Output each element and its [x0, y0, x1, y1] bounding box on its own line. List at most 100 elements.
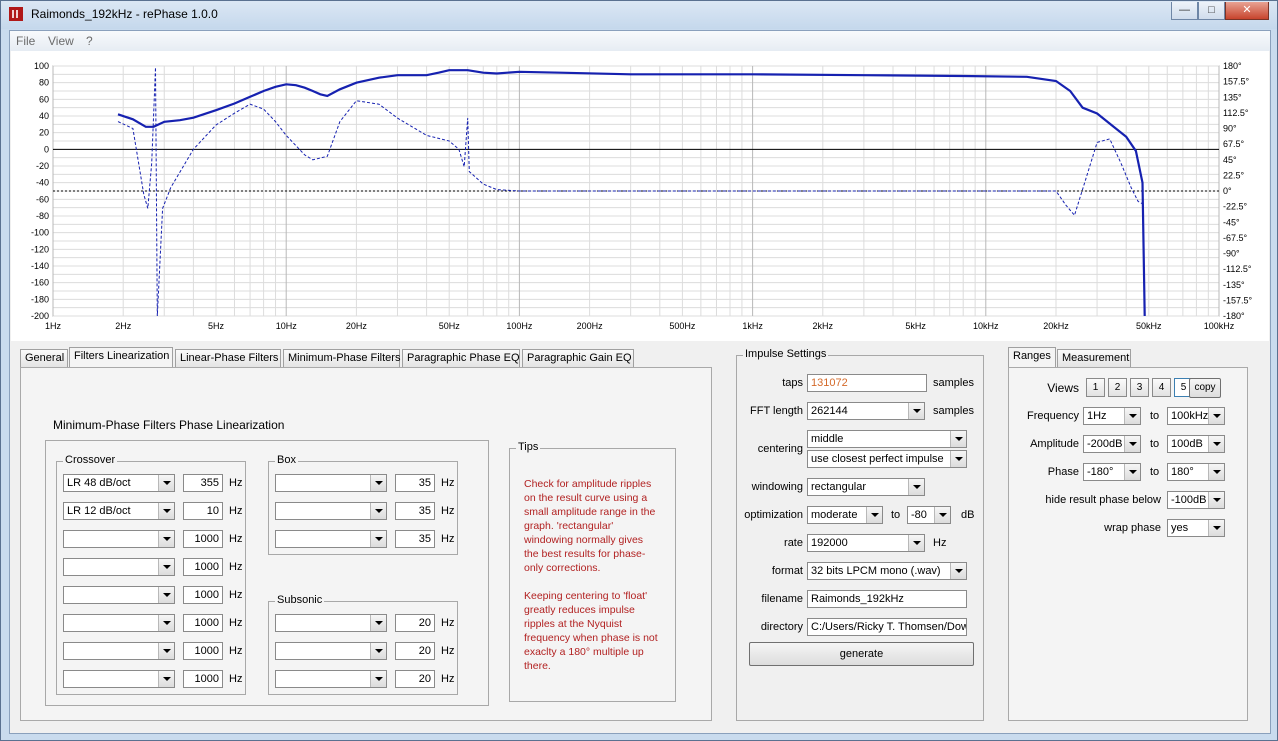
view-button-3[interactable]: 3 — [1130, 378, 1149, 397]
phase-from-select[interactable]: -180° — [1083, 463, 1141, 481]
tab-filters-linearization[interactable]: Filters Linearization — [69, 347, 173, 367]
chevron-down-icon[interactable] — [1124, 408, 1140, 424]
view-button-4[interactable]: 4 — [1152, 378, 1171, 397]
subsonic-type-select[interactable] — [275, 614, 387, 632]
filename-field[interactable]: Raimonds_192kHz — [807, 590, 967, 608]
chevron-down-icon[interactable] — [158, 615, 174, 631]
chevron-down-icon[interactable] — [158, 643, 174, 659]
box-type-select[interactable] — [275, 502, 387, 520]
chevron-down-icon[interactable] — [158, 475, 174, 491]
chevron-down-icon[interactable] — [158, 671, 174, 687]
subsonic-frequency-field[interactable]: 20 — [395, 642, 435, 660]
maximize-button[interactable]: □ — [1198, 2, 1225, 20]
chevron-down-icon[interactable] — [1208, 492, 1224, 508]
generate-button[interactable]: generate — [749, 642, 974, 666]
chevron-down-icon[interactable] — [370, 531, 386, 547]
menu-file[interactable]: File — [16, 34, 35, 48]
chevron-down-icon[interactable] — [1208, 436, 1224, 452]
app-icon[interactable] — [9, 7, 23, 21]
chevron-down-icon[interactable] — [1124, 436, 1140, 452]
amplitude-to-select[interactable]: 100dB — [1167, 435, 1225, 453]
chevron-down-icon[interactable] — [1208, 464, 1224, 480]
box-type-select[interactable] — [275, 474, 387, 492]
crossover-type-select[interactable]: LR 12 dB/oct — [63, 502, 175, 520]
menu-help[interactable]: ? — [86, 34, 93, 48]
tab-ranges[interactable]: Ranges — [1008, 347, 1056, 367]
response-graph[interactable]: 100 80 60 40 20 0 -20 -40 -60 -80 -100 -120 -140 -160… — [11, 51, 1269, 341]
amplitude-from-select[interactable]: -200dB — [1083, 435, 1141, 453]
tab-linear-phase-filters[interactable]: Linear-Phase Filters — [175, 349, 281, 367]
phase-to-select[interactable]: 180° — [1167, 463, 1225, 481]
frequency-to-select[interactable]: 100kHz — [1167, 407, 1225, 425]
close-button[interactable]: ✕ — [1225, 2, 1269, 20]
subsonic-frequency-field[interactable]: 20 — [395, 614, 435, 632]
chevron-down-icon[interactable] — [370, 671, 386, 687]
chevron-down-icon[interactable] — [158, 503, 174, 519]
chevron-down-icon[interactable] — [1208, 520, 1224, 536]
chevron-down-icon[interactable] — [908, 535, 924, 551]
view-button-1[interactable]: 1 — [1086, 378, 1105, 397]
crossover-frequency-field[interactable]: 10 — [183, 502, 223, 520]
chevron-down-icon[interactable] — [158, 531, 174, 547]
subsonic-frequency-field[interactable]: 20 — [395, 670, 435, 688]
windowing-select[interactable]: rectangular — [807, 478, 925, 496]
chevron-down-icon[interactable] — [908, 403, 924, 419]
chevron-down-icon[interactable] — [1124, 464, 1140, 480]
crossover-type-select[interactable] — [63, 530, 175, 548]
directory-field[interactable]: C:/Users/Ricky T. Thomsen/Dow — [807, 618, 967, 636]
crossover-frequency-field[interactable]: 1000 — [183, 642, 223, 660]
copy-button[interactable]: copy — [1189, 378, 1221, 398]
subsonic-type-select[interactable] — [275, 642, 387, 660]
centering-mode-select[interactable]: use closest perfect impulse — [807, 450, 967, 468]
chevron-down-icon[interactable] — [950, 563, 966, 579]
subsonic-type-select[interactable] — [275, 670, 387, 688]
hide-phase-select[interactable]: -100dB — [1167, 491, 1225, 509]
format-select[interactable]: 32 bits LPCM mono (.wav) — [807, 562, 967, 580]
box-frequency-field[interactable]: 35 — [395, 502, 435, 520]
chevron-down-icon[interactable] — [370, 503, 386, 519]
chevron-down-icon[interactable] — [370, 643, 386, 659]
view-button-2[interactable]: 2 — [1108, 378, 1127, 397]
chevron-down-icon[interactable] — [866, 507, 882, 523]
chevron-down-icon[interactable] — [950, 431, 966, 447]
box-frequency-field[interactable]: 35 — [395, 530, 435, 548]
chevron-down-icon[interactable] — [158, 559, 174, 575]
tab-minimum-phase-filters[interactable]: Minimum-Phase Filters — [283, 349, 400, 367]
tab-general[interactable]: General — [20, 349, 68, 367]
crossover-type-select[interactable] — [63, 614, 175, 632]
box-frequency-field[interactable]: 35 — [395, 474, 435, 492]
crossover-frequency-field[interactable]: 1000 — [183, 530, 223, 548]
graph-canvas[interactable]: 100 80 60 40 20 0 -20 -40 -60 -80 -100 -120 -140 -160… — [11, 51, 1269, 341]
crossover-frequency-field[interactable]: 1000 — [183, 586, 223, 604]
chevron-down-icon[interactable] — [950, 451, 966, 467]
crossover-frequency-field[interactable]: 1000 — [183, 558, 223, 576]
crossover-type-select[interactable] — [63, 558, 175, 576]
tab-measurement[interactable]: Measurement — [1057, 349, 1131, 367]
chevron-down-icon[interactable] — [908, 479, 924, 495]
crossover-type-select[interactable] — [63, 642, 175, 660]
chevron-down-icon[interactable] — [158, 587, 174, 603]
crossover-type-select[interactable]: LR 48 dB/oct — [63, 474, 175, 492]
taps-field[interactable]: 131072 — [807, 374, 927, 392]
box-type-select[interactable] — [275, 530, 387, 548]
chevron-down-icon[interactable] — [370, 475, 386, 491]
frequency-from-select[interactable]: 1Hz — [1083, 407, 1141, 425]
chevron-down-icon[interactable] — [1208, 408, 1224, 424]
wrap-phase-select[interactable]: yes — [1167, 519, 1225, 537]
tab-paragraphic-gain-eq[interactable]: Paragraphic Gain EQ — [522, 349, 634, 367]
centering-select[interactable]: middle — [807, 430, 967, 448]
fft-length-select[interactable]: 262144 — [807, 402, 925, 420]
chevron-down-icon[interactable] — [370, 615, 386, 631]
chevron-down-icon[interactable] — [934, 507, 950, 523]
crossover-type-select[interactable] — [63, 670, 175, 688]
title-bar[interactable]: Raimonds_192kHz - rePhase 1.0.0 — □ ✕ — [1, 1, 1277, 29]
rate-select[interactable]: 192000 — [807, 534, 925, 552]
optimization-select[interactable]: moderate — [807, 506, 883, 524]
optimization-db-select[interactable]: -80 — [907, 506, 951, 524]
menu-view[interactable]: View — [48, 34, 74, 48]
crossover-type-select[interactable] — [63, 586, 175, 604]
crossover-frequency-field[interactable]: 1000 — [183, 614, 223, 632]
crossover-frequency-field[interactable]: 355 — [183, 474, 223, 492]
minimize-button[interactable]: — — [1171, 2, 1198, 20]
tab-paragraphic-phase-eq[interactable]: Paragraphic Phase EQ — [402, 349, 520, 367]
